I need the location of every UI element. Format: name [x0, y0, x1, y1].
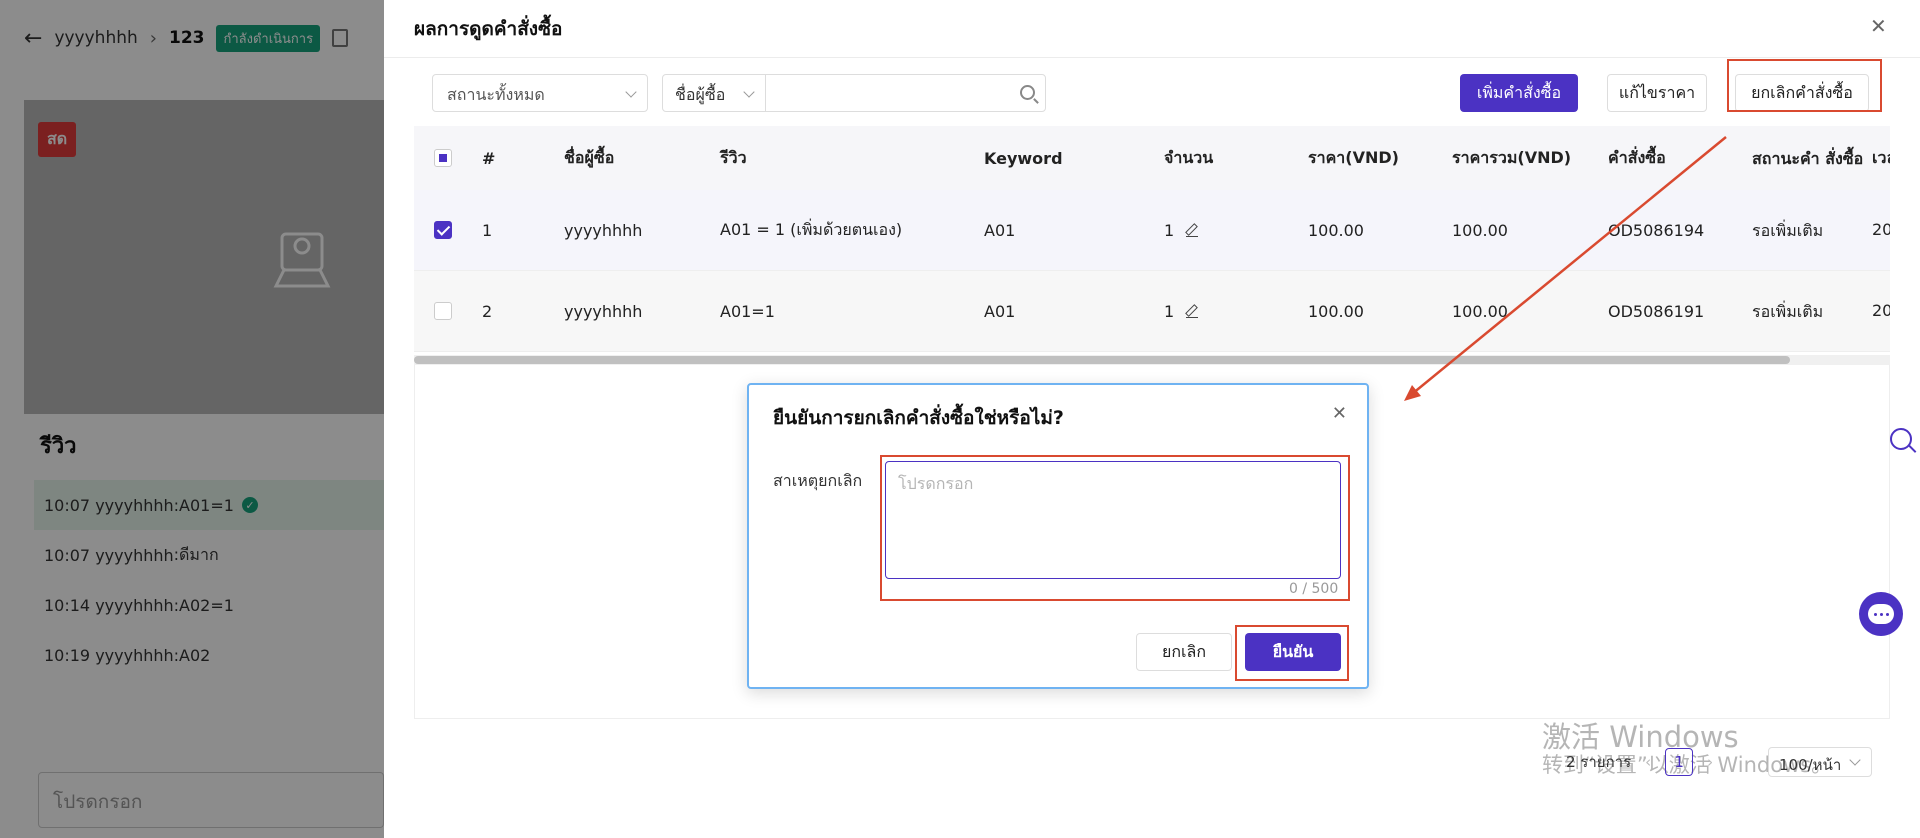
- cell-keyword: A01: [984, 220, 1016, 240]
- cell-num: 1: [482, 220, 493, 240]
- total-count: 2 รายการ: [1566, 753, 1632, 771]
- cell-order: OD5086194: [1608, 220, 1705, 240]
- annotation-box: [1235, 625, 1349, 681]
- orders-table: # ชื่อผู้ซื้อ รีวิว Keyword จำนวน ราคา(V…: [414, 126, 1890, 352]
- header-total: ราคารวม(VND): [1452, 147, 1572, 167]
- cell-status: รอเพิ่มเติม: [1752, 220, 1824, 240]
- checkbox[interactable]: [434, 302, 452, 320]
- chevron-down-icon: [625, 86, 637, 98]
- cell-time: 20 10: [1872, 220, 1890, 239]
- cancel-button[interactable]: ยกเลิก: [1136, 633, 1232, 671]
- pencil-icon[interactable]: [1186, 306, 1199, 318]
- page-size-select[interactable]: 100/หน้า: [1768, 747, 1872, 777]
- table-row[interactable]: 2 yyyyhhhh A01=1 A01 1 100.00 100.00 OD5…: [414, 271, 1890, 352]
- cell-status: รอเพิ่มเติม: [1752, 301, 1824, 321]
- search-icon[interactable]: [1020, 85, 1035, 100]
- cell-time: 20 10: [1872, 301, 1890, 320]
- header-buyer: ชื่อผู้ซื้อ: [564, 147, 615, 167]
- header-order: คำสั่งซื้อ: [1608, 147, 1666, 167]
- cell-price: 100.00: [1308, 301, 1364, 321]
- mask-overlay[interactable]: [0, 0, 384, 838]
- drawer-title: ผลการดูดคำสั่งซื้อ: [414, 18, 563, 40]
- cell-total: 100.00: [1452, 301, 1508, 321]
- chevron-down-icon: [1849, 754, 1861, 766]
- header-status: สถานะคำ สั่งซื้อ: [1752, 148, 1864, 168]
- search-icon[interactable]: [1890, 428, 1912, 450]
- cell-buyer: yyyyhhhh: [564, 220, 643, 240]
- cell-keyword: A01: [984, 301, 1016, 321]
- pagination: 2 รายการ ‹ 1 ›: [1566, 748, 1713, 776]
- header-qty: จำนวน: [1164, 147, 1214, 167]
- edit-price-button[interactable]: แก้ไขราคา: [1607, 74, 1707, 112]
- select-all-checkbox[interactable]: [414, 149, 482, 167]
- cell-review: A01=1: [720, 301, 775, 321]
- table-row[interactable]: 1 yyyyhhhh A01 = 1 (เพิ่มด้วยตนเอง) A01 …: [414, 190, 1890, 271]
- search-input[interactable]: [765, 74, 1046, 112]
- search-field-value: ชื่อผู้ซื้อ: [675, 85, 726, 104]
- table-header: # ชื่อผู้ซื้อ รีวิว Keyword จำนวน ราคา(V…: [414, 126, 1890, 190]
- divider: [384, 57, 1920, 58]
- header-price: ราคา(VND): [1308, 147, 1399, 167]
- chevron-left-icon[interactable]: ‹: [1645, 753, 1651, 771]
- close-icon[interactable]: ✕: [1332, 403, 1347, 424]
- scrollbar-thumb[interactable]: [414, 356, 1790, 364]
- header-time: เวล: [1872, 148, 1890, 167]
- cell-review: A01 = 1 (เพิ่มด้วยตนเอง): [720, 219, 903, 239]
- cell-total: 100.00: [1452, 220, 1508, 240]
- cell-order: OD5086191: [1608, 301, 1705, 321]
- cell-num: 2: [482, 301, 493, 321]
- cancel-confirm-dialog: ยืนยันการยกเลิกคำสั่งซื้อใช่หรือไม่? ✕ ส…: [747, 383, 1369, 689]
- chat-icon[interactable]: [1859, 592, 1903, 636]
- qty-value: 1: [1164, 220, 1175, 240]
- close-icon[interactable]: ✕: [1870, 14, 1887, 38]
- checkbox[interactable]: [434, 221, 452, 239]
- header-keyword: Keyword: [984, 148, 1063, 168]
- page-size-value: 100/หน้า: [1779, 756, 1842, 774]
- reason-label: สาเหตุยกเลิก: [773, 471, 863, 490]
- cell-qty: 1: [1164, 221, 1308, 240]
- header-review: รีวิว: [720, 147, 747, 167]
- status-filter-select[interactable]: สถานะทั้งหมด: [432, 74, 648, 112]
- cell-buyer: yyyyhhhh: [564, 301, 643, 321]
- header-num: #: [482, 148, 496, 168]
- checkbox[interactable]: [434, 149, 452, 167]
- horizontal-scrollbar[interactable]: [414, 355, 1890, 365]
- add-order-button[interactable]: เพิ่มคำสั่งซื้อ: [1460, 74, 1578, 112]
- chevron-down-icon: [743, 86, 755, 98]
- page-number[interactable]: 1: [1665, 748, 1694, 776]
- row-checkbox[interactable]: [414, 302, 482, 320]
- row-checkbox[interactable]: [414, 221, 482, 239]
- chevron-right-icon[interactable]: ›: [1707, 753, 1713, 771]
- annotation-box: [880, 455, 1350, 601]
- annotation-box: [1727, 59, 1882, 112]
- cell-qty: 1: [1164, 302, 1308, 321]
- pencil-icon[interactable]: [1186, 225, 1199, 237]
- qty-value: 1: [1164, 301, 1175, 321]
- status-filter-value: สถานะทั้งหมด: [447, 85, 545, 104]
- dialog-title: ยืนยันการยกเลิกคำสั่งซื้อใช่หรือไม่?: [773, 407, 1064, 429]
- cell-price: 100.00: [1308, 220, 1364, 240]
- search-field-select[interactable]: ชื่อผู้ซื้อ: [662, 74, 766, 112]
